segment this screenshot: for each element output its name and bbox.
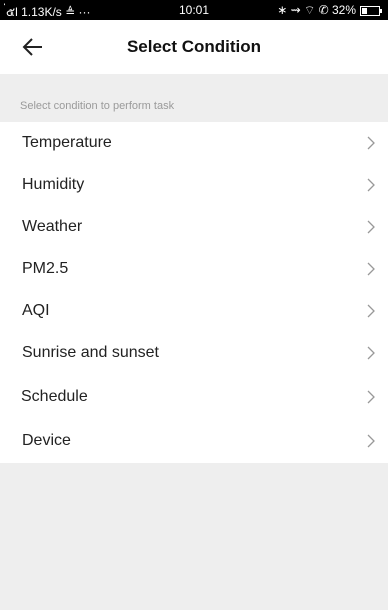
chevron-right-icon: [367, 178, 375, 192]
condition-item-pm25[interactable]: PM2.5: [0, 248, 388, 290]
condition-item-sunrise-sunset[interactable]: Sunrise and sunset: [0, 332, 388, 374]
condition-label: Schedule: [21, 388, 88, 405]
condition-label: Humidity: [22, 176, 85, 193]
empty-area: [0, 463, 388, 610]
chevron-right-icon: [367, 136, 375, 150]
condition-item-aqi[interactable]: AQI: [0, 290, 388, 332]
condition-item-device[interactable]: Device: [0, 420, 388, 463]
chevron-right-icon: [367, 262, 375, 276]
status-right: ∗ ⇝ ⌔ ✆ 32%: [277, 3, 382, 18]
condition-label: Weather: [22, 218, 83, 235]
condition-label: Temperature: [22, 134, 112, 151]
header: Select Condition: [0, 20, 388, 74]
condition-item-schedule[interactable]: Schedule: [0, 376, 388, 420]
page-title: Select Condition: [126, 37, 262, 56]
chevron-right-icon: [367, 304, 375, 318]
battery-icon: [360, 5, 382, 16]
condition-label: Device: [22, 432, 71, 449]
section-label: Select condition to perform task: [0, 100, 388, 122]
chevron-right-icon: [367, 220, 375, 234]
condition-label: AQI: [22, 302, 50, 319]
chevron-right-icon: [367, 390, 375, 404]
section-spacer: [0, 74, 388, 100]
condition-item-weather[interactable]: Weather: [0, 206, 388, 248]
condition-item-temperature[interactable]: Temperature: [0, 122, 388, 164]
chevron-right-icon: [367, 434, 375, 448]
status-bar: ่๕l 1.13K/s ≜ ··· 10:01 ∗ ⇝ ⌔ ✆ 32%: [0, 0, 388, 20]
condition-item-humidity[interactable]: Humidity: [0, 164, 388, 206]
chevron-right-icon: [367, 346, 375, 360]
condition-label: Sunrise and sunset: [22, 344, 159, 361]
status-icons: ∗ ⇝ ⌔ ✆ 32%: [277, 3, 356, 17]
condition-label: PM2.5: [22, 260, 69, 277]
